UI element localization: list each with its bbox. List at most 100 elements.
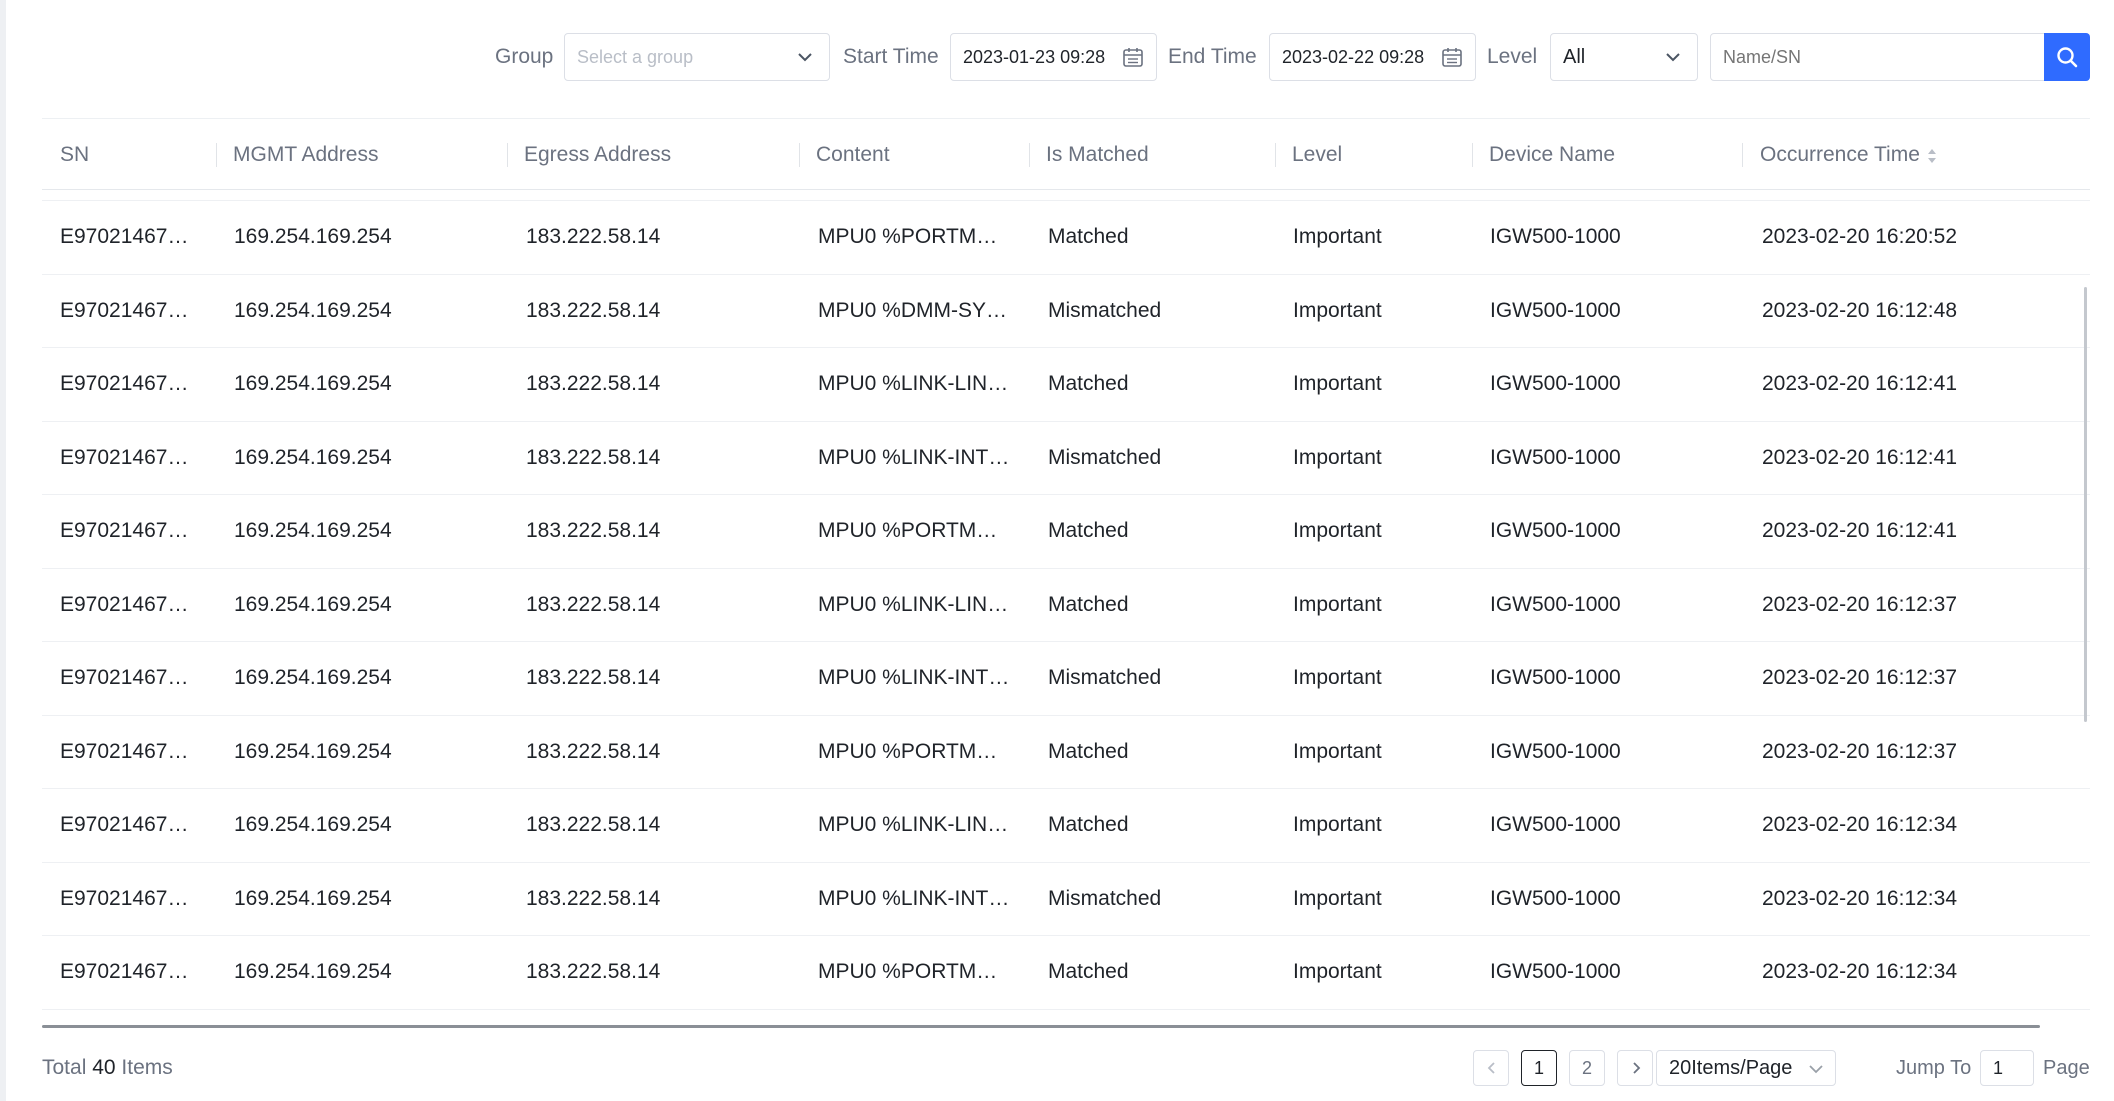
content-cell: MPU0 %PORTM… xyxy=(818,519,998,542)
total-prefix: Total xyxy=(42,1056,87,1079)
mgmt-address-cell: 169.254.169.254 xyxy=(234,445,392,469)
table-row[interactable]: E97021467… 169.254.169.254 183.222.58.14 MP… xyxy=(42,716,2090,789)
end-time-value: 2023-02-22 09:28 xyxy=(1282,47,1425,67)
search-button[interactable] xyxy=(2044,33,2090,81)
level-cell: Important xyxy=(1293,445,1382,469)
device-name-cell: IGW500-1000 xyxy=(1490,298,1621,322)
device-name-cell: IGW500-1000 xyxy=(1490,445,1621,469)
next-page-button[interactable] xyxy=(1617,1050,1653,1086)
is-matched-cell: Mismatched xyxy=(1048,666,1162,689)
egress-address-cell: 183.222.58.14 xyxy=(526,519,661,542)
table-row[interactable]: E97021467… 169.254.169.254 183.222.58.14 MP… xyxy=(42,789,2090,863)
start-time-label: Start Time xyxy=(843,45,939,68)
search-input[interactable] xyxy=(1711,34,2041,80)
mgmt-address-cell: 169.254.169.254 xyxy=(234,519,392,542)
level-cell: Important xyxy=(1293,666,1382,689)
column-divider xyxy=(1275,143,1276,167)
page-left-edge xyxy=(0,0,6,1101)
column-header-mgmt-address[interactable]: MGMT Address xyxy=(233,119,378,191)
sn-cell: E97021467… xyxy=(60,960,189,983)
table-row[interactable]: E97021467… 169.254.169.254 183.222.58.14 MP… xyxy=(42,569,2090,642)
page-size-value: 20Items/Page xyxy=(1669,1057,1793,1079)
table-body: E97021467… 169.254.169.254 183.222.58.14 MP… xyxy=(42,200,2090,1010)
filter-bar: Group Select a group Start Time 2023-01-… xyxy=(0,33,2114,81)
level-cell: Important xyxy=(1293,813,1382,836)
is-matched-cell: Mismatched xyxy=(1048,298,1162,322)
device-name-cell: IGW500-1000 xyxy=(1490,739,1621,763)
mgmt-address-cell: 169.254.169.254 xyxy=(234,372,392,395)
jump-to-page-input[interactable] xyxy=(1980,1050,2034,1086)
occurrence-time-cell: 2023-02-20 16:12:37 xyxy=(1762,666,1957,689)
column-divider xyxy=(1029,143,1030,167)
name-sn-search-box xyxy=(1710,33,2046,81)
column-header-sn[interactable]: SN xyxy=(60,119,89,191)
column-header-egress-address[interactable]: Egress Address xyxy=(524,119,671,191)
device-name-cell: IGW500-1000 xyxy=(1490,666,1621,689)
table-row[interactable]: E97021467… 169.254.169.254 183.222.58.14 MP… xyxy=(42,275,2090,348)
end-time-picker[interactable]: 2023-02-22 09:28 xyxy=(1269,33,1476,81)
sort-icon[interactable] xyxy=(1926,147,1938,165)
sn-cell: E97021467… xyxy=(60,225,189,248)
level-cell: Important xyxy=(1293,960,1382,983)
mgmt-address-cell: 169.254.169.254 xyxy=(234,298,392,322)
sn-cell: E97021467… xyxy=(60,813,189,836)
is-matched-cell: Matched xyxy=(1048,225,1129,248)
sn-cell: E97021467… xyxy=(60,739,189,763)
device-name-cell: IGW500-1000 xyxy=(1490,592,1621,616)
column-divider xyxy=(1472,143,1473,167)
content-cell: MPU0 %LINK-LIN… xyxy=(818,813,1009,836)
column-divider xyxy=(507,143,508,167)
column-header-occurrence-time[interactable]: Occurrence Time xyxy=(1760,119,1920,191)
level-cell: Important xyxy=(1293,519,1382,542)
column-header-is-matched[interactable]: Is Matched xyxy=(1046,119,1149,191)
level-label: Level xyxy=(1487,45,1538,68)
page-label: Page xyxy=(2043,1057,2090,1079)
jump-to-label: Jump To xyxy=(1896,1057,1972,1079)
end-time-label: End Time xyxy=(1168,45,1257,68)
total-suffix: Items xyxy=(121,1056,173,1079)
column-divider xyxy=(216,143,217,167)
device-name-cell: IGW500-1000 xyxy=(1490,886,1621,910)
egress-address-cell: 183.222.58.14 xyxy=(526,225,661,248)
table-row[interactable]: E97021467… 169.254.169.254 183.222.58.14 MP… xyxy=(42,863,2090,936)
column-header-level[interactable]: Level xyxy=(1292,119,1342,191)
table-row[interactable]: E97021467… 169.254.169.254 183.222.58.14 MP… xyxy=(42,495,2090,569)
mgmt-address-cell: 169.254.169.254 xyxy=(234,886,392,910)
column-header-device-name[interactable]: Device Name xyxy=(1489,119,1615,191)
table-row[interactable]: E97021467… 169.254.169.254 183.222.58.14 MP… xyxy=(42,936,2090,1010)
calendar-icon xyxy=(1123,48,1143,67)
occurrence-time-cell: 2023-02-20 16:12:34 xyxy=(1762,960,1957,983)
group-select[interactable]: Select a group xyxy=(564,33,830,81)
horizontal-scrollbar[interactable] xyxy=(42,1025,2040,1028)
is-matched-cell: Matched xyxy=(1048,813,1129,836)
group-label: Group xyxy=(495,45,554,68)
occurrence-time-cell: 2023-02-20 16:12:48 xyxy=(1762,298,1957,322)
mgmt-address-cell: 169.254.169.254 xyxy=(234,666,392,689)
level-cell: Important xyxy=(1293,739,1382,763)
table-row[interactable]: E97021467… 169.254.169.254 183.222.58.14 MP… xyxy=(42,201,2090,275)
level-select[interactable]: All xyxy=(1550,33,1698,81)
level-cell: Important xyxy=(1293,372,1382,395)
column-header-content[interactable]: Content xyxy=(816,119,890,191)
content-cell: MPU0 %PORTM… xyxy=(818,225,998,248)
table-row[interactable]: E97021467… 169.254.169.254 183.222.58.14 MP… xyxy=(42,642,2090,716)
egress-address-cell: 183.222.58.14 xyxy=(526,592,661,616)
mgmt-address-cell: 169.254.169.254 xyxy=(234,592,392,616)
is-matched-cell: Matched xyxy=(1048,960,1129,983)
is-matched-cell: Mismatched xyxy=(1048,886,1162,910)
page-size-select[interactable]: 20Items/Page xyxy=(1656,1050,1836,1086)
table-row[interactable]: E97021467… 169.254.169.254 183.222.58.14 MP… xyxy=(42,422,2090,495)
table-row[interactable]: E97021467… 169.254.169.254 183.222.58.14 MP… xyxy=(42,348,2090,422)
level-cell: Important xyxy=(1293,298,1382,322)
vertical-scrollbar[interactable] xyxy=(2084,287,2087,722)
egress-address-cell: 183.222.58.14 xyxy=(526,298,661,322)
page-2-button[interactable]: 2 xyxy=(1569,1050,1605,1086)
start-time-picker[interactable]: 2023-01-23 09:28 xyxy=(950,33,1157,81)
chevron-down-icon xyxy=(1666,53,1680,62)
prev-page-button[interactable] xyxy=(1473,1050,1509,1086)
mgmt-address-cell: 169.254.169.254 xyxy=(234,813,392,836)
level-cell: Important xyxy=(1293,886,1382,910)
page-1-button[interactable]: 1 xyxy=(1521,1050,1557,1086)
sn-cell: E97021467… xyxy=(60,886,189,910)
occurrence-time-cell: 2023-02-20 16:12:41 xyxy=(1762,519,1957,542)
